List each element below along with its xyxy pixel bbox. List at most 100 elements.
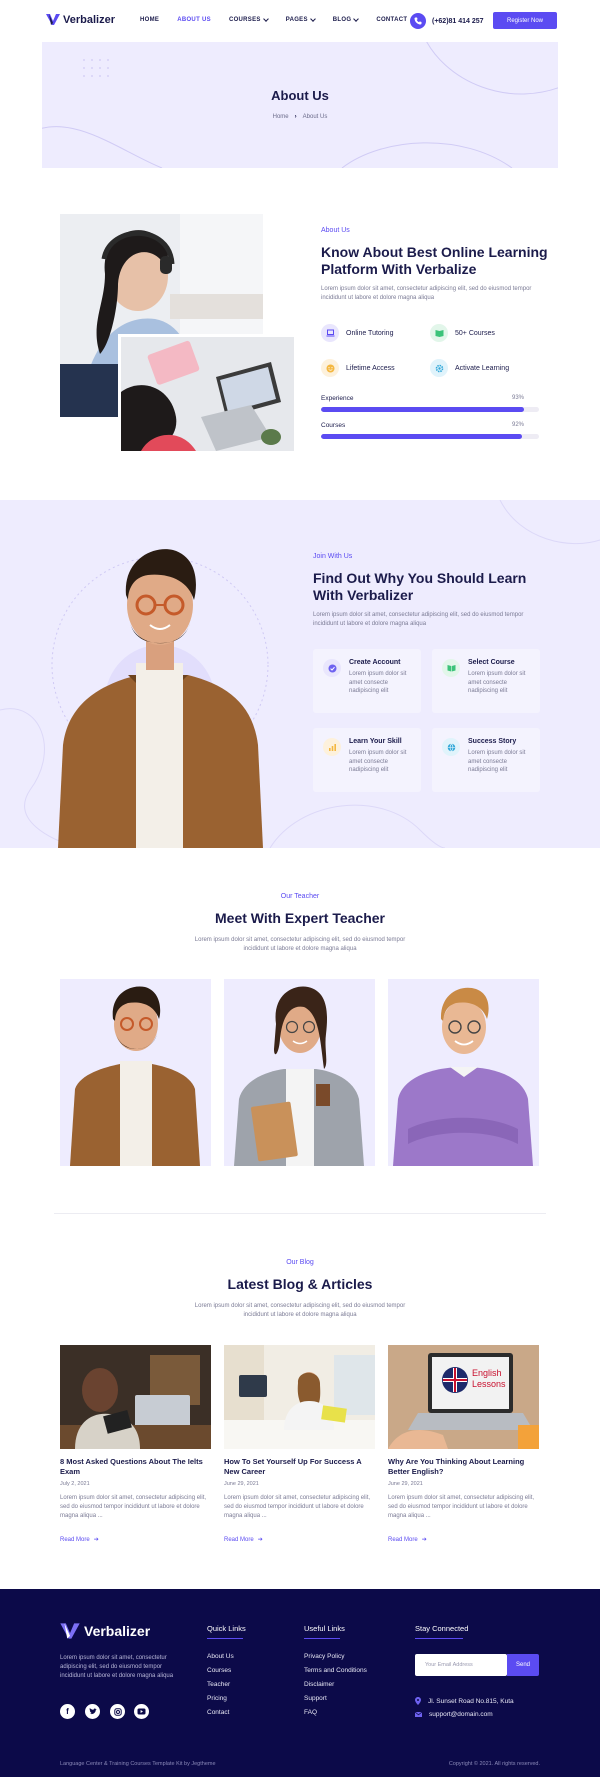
nav-blog-label: BLOG — [332, 17, 352, 23]
step-card-title: Success Story — [468, 738, 517, 745]
skill-bar-fill — [321, 434, 522, 439]
blog-image-3[interactable]: English Lessons — [388, 1345, 539, 1449]
footer-logo-text: Verbalizer — [84, 1623, 151, 1639]
step-card-desc: Lorem ipsum dolor sit amet consecte nadi… — [468, 671, 526, 694]
footer-copyright: Copyright © 2021. All rights reserved. — [448, 1761, 540, 1767]
facebook-icon[interactable]: f — [60, 1704, 75, 1719]
about-image-desk-laptop — [118, 334, 297, 454]
teacher-card-3[interactable] — [388, 979, 539, 1166]
why-text: Lorem ipsum dolor sit amet, consectetur … — [313, 612, 524, 627]
logo-text: Verbalizer — [63, 13, 115, 26]
skill-bar-courses — [321, 434, 539, 439]
globe-icon — [442, 738, 460, 756]
skill-label-courses: Courses — [321, 422, 346, 429]
blog-image-2[interactable] — [224, 1345, 375, 1449]
site-header: Verbalizer HOME ABOUT US COURSES PAGES B… — [0, 0, 600, 42]
read-more-label: Read More — [388, 1536, 418, 1543]
nav-contact[interactable]: CONTACT — [376, 17, 407, 23]
step-card-desc: Lorem ipsum dolor sit amet consecte nadi… — [349, 671, 407, 694]
footer-link-pricing[interactable]: Pricing — [207, 1695, 227, 1702]
read-more-link-1[interactable]: Read More ➔ — [60, 1536, 99, 1544]
nav-home[interactable]: HOME — [140, 17, 159, 23]
read-more-link-2[interactable]: Read More ➔ — [224, 1536, 263, 1544]
read-more-label: Read More — [60, 1536, 90, 1543]
footer-link-faq[interactable]: FAQ — [304, 1709, 317, 1716]
blog-desc-2: Lorem ipsum dolor sit amet, consectetur … — [224, 1495, 371, 1519]
address-text: Jl. Sunset Road No.815, Kuta — [428, 1697, 514, 1705]
phone-contact[interactable]: (+62)81 414 257 — [410, 13, 484, 29]
feature-lifetime-access: Lifetime Access — [321, 359, 395, 377]
useful-links-underline — [304, 1638, 340, 1639]
arrow-right-icon: ➔ — [93, 1537, 99, 1543]
youtube-icon[interactable] — [134, 1704, 149, 1719]
quick-links-title: Quick Links — [207, 1624, 246, 1633]
blog-eyebrow: Our Blog — [286, 1259, 314, 1266]
blog-title-2[interactable]: How To Set Yourself Up For Success A New… — [224, 1457, 375, 1476]
chevron-down-icon — [353, 16, 360, 22]
footer-link-support[interactable]: Support — [304, 1695, 327, 1702]
step-card-desc: Lorem ipsum dolor sit amet consecte nadi… — [349, 750, 407, 773]
skill-percent-courses: 92% — [512, 422, 525, 428]
phone-icon — [410, 13, 426, 29]
footer-link-teacher[interactable]: Teacher — [207, 1681, 230, 1688]
teacher-card-1[interactable] — [60, 979, 211, 1166]
about-text: Lorem ipsum dolor sit amet, consectetur … — [321, 286, 532, 301]
check-circle-icon — [323, 659, 341, 677]
twitter-icon[interactable] — [85, 1704, 100, 1719]
footer-link-about[interactable]: About Us — [207, 1653, 234, 1660]
feature-label: Lifetime Access — [346, 364, 395, 372]
logo[interactable]: Verbalizer — [46, 13, 115, 26]
email-text: support@domain.com — [429, 1711, 493, 1718]
location-pin-icon — [415, 1697, 421, 1705]
nav-blog[interactable]: BLOG — [332, 16, 360, 23]
step-card-title: Learn Your Skill — [349, 738, 402, 745]
instagram-icon[interactable] — [110, 1704, 125, 1719]
footer-logo[interactable]: Verbalizer — [60, 1622, 150, 1640]
nav-about-us[interactable]: ABOUT US — [177, 17, 211, 23]
step-card-create-account[interactable]: Create Account Lorem ipsum dolor sit ame… — [313, 649, 421, 713]
feature-online-tutoring: Online Tutoring — [321, 324, 393, 342]
breadcrumb-home[interactable]: Home — [273, 114, 289, 120]
about-eyebrow: About Us — [321, 227, 350, 234]
skill-bar-experience — [321, 407, 539, 412]
nav-home-label: HOME — [140, 17, 160, 23]
footer-address: Jl. Sunset Road No.815, Kuta — [415, 1697, 514, 1705]
phone-number: (+62)81 414 257 — [432, 17, 484, 25]
footer-link-disclaimer[interactable]: Disclaimer — [304, 1681, 334, 1688]
newsletter-send-button[interactable]: Send — [507, 1654, 539, 1676]
register-now-button[interactable]: Register Now — [493, 12, 557, 29]
laptop-icon — [321, 324, 339, 342]
step-card-success-story[interactable]: Success Story Lorem ipsum dolor sit amet… — [432, 728, 540, 792]
step-card-title: Create Account — [349, 659, 401, 666]
teacher-card-2[interactable] — [224, 979, 375, 1166]
blog-title-1[interactable]: 8 Most Asked Questions About The Ielts E… — [60, 1457, 211, 1476]
nav-pages[interactable]: PAGES — [286, 16, 316, 23]
nav-courses-label: COURSES — [228, 17, 261, 23]
breadcrumb: Home › About Us — [42, 114, 558, 120]
footer-link-contact[interactable]: Contact — [207, 1709, 229, 1716]
arrow-right-icon: ➔ — [421, 1537, 427, 1543]
footer-link-courses[interactable]: Courses — [207, 1667, 231, 1674]
teacher-photo — [393, 987, 533, 1166]
teachers-text: Lorem ipsum dolor sit amet, consectetur … — [194, 937, 406, 952]
blog-image-1[interactable] — [60, 1345, 211, 1449]
stay-connected-underline — [415, 1638, 463, 1639]
footer-link-privacy[interactable]: Privacy Policy — [304, 1653, 344, 1660]
blog-heading: Latest Blog & Articles — [227, 1276, 373, 1292]
footer-link-terms[interactable]: Terms and Conditions — [304, 1667, 367, 1674]
newsletter-email-input[interactable]: Your Email Address — [415, 1654, 507, 1676]
read-more-link-3[interactable]: Read More ➔ — [388, 1536, 427, 1544]
footer-email[interactable]: support@domain.com — [415, 1711, 493, 1718]
step-card-learn-skill[interactable]: Learn Your Skill Lorem ipsum dolor sit a… — [313, 728, 421, 792]
teachers-eyebrow: Our Teacher — [280, 893, 320, 900]
feature-activate-learning: Activate Learning — [430, 359, 509, 377]
book-open-icon — [442, 659, 460, 677]
step-card-select-course[interactable]: Select Course Lorem ipsum dolor sit amet… — [432, 649, 540, 713]
step-card-title: Select Course — [468, 659, 515, 666]
blog-title-3[interactable]: Why Are You Thinking About Learning Bett… — [388, 1457, 539, 1476]
arrow-right-icon: ➔ — [257, 1537, 263, 1543]
why-section: Join With Us Find Out Why You Should Lea… — [0, 500, 600, 848]
nav-courses[interactable]: COURSES — [228, 16, 269, 23]
footer-about-text: Lorem ipsum dolor sit amet, consectetur … — [60, 1655, 174, 1679]
skill-percent-experience: 93% — [512, 395, 525, 401]
